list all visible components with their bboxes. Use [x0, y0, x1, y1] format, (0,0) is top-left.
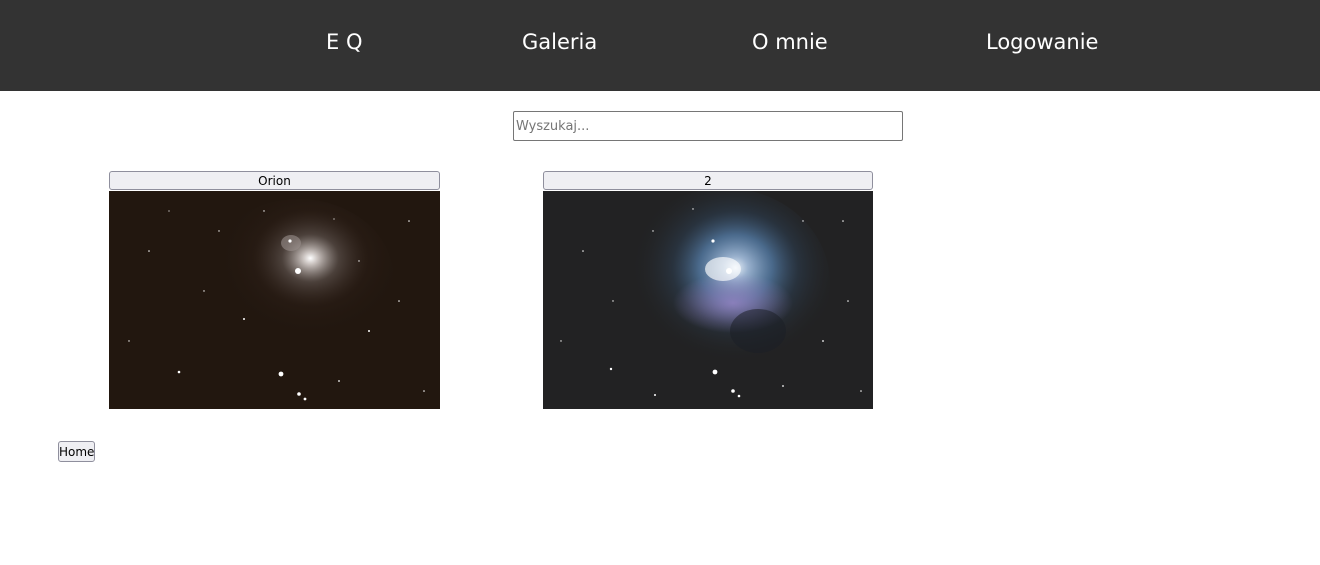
- top-nav: E Q Galeria O mnie Logowanie: [0, 0, 1320, 91]
- orion-nebula-image: [109, 191, 440, 409]
- nav-link-galeria[interactable]: Galeria: [522, 29, 597, 55]
- nav-link-eq[interactable]: E Q: [326, 29, 362, 55]
- gallery-item-button-orion[interactable]: Orion: [109, 171, 440, 190]
- nav-link-logowanie[interactable]: Logowanie: [986, 29, 1098, 55]
- home-button[interactable]: Home: [58, 441, 95, 462]
- orion-nebula-image-blue: [543, 191, 873, 409]
- search-input[interactable]: [513, 111, 903, 141]
- nav-link-o-mnie[interactable]: O mnie: [752, 29, 828, 55]
- gallery-item-button-2[interactable]: 2: [543, 171, 873, 190]
- orion-nebula-photo[interactable]: [109, 191, 440, 409]
- orion-nebula-photo-2[interactable]: [543, 191, 873, 409]
